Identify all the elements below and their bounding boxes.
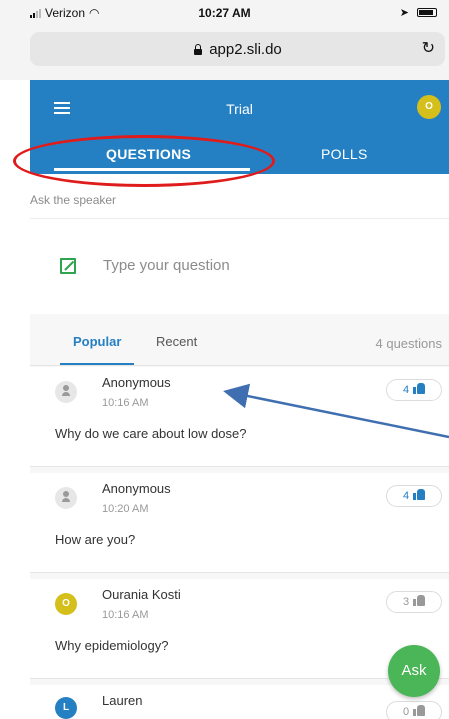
active-filter-indicator [60,363,134,365]
ask-label: Ask the speaker [30,193,117,207]
tab-polls[interactable]: POLLS [321,146,368,162]
reload-icon[interactable]: ↻ [422,38,435,58]
annotation-ellipse [13,135,275,187]
thumbs-up-icon [413,489,426,500]
question-card[interactable]: L Lauren 0 [30,685,449,719]
question-author: Lauren [102,693,143,708]
status-right: ➤ [400,6,437,19]
question-author: Anonymous [102,375,171,390]
question-time: 10:16 AM [102,397,149,409]
like-count: 0 [402,706,410,718]
like-count: 3 [402,596,410,608]
like-count: 4 [402,384,410,396]
like-button[interactable]: 3 [386,591,442,613]
browser-toolbar: app2.sli.do ↻ [0,24,449,80]
question-time: 10:16 AM [102,609,149,621]
like-button[interactable]: 4 [386,379,442,401]
divider [30,218,449,219]
anonymous-avatar-icon [55,487,77,509]
thumbs-up-icon [413,595,426,606]
question-card[interactable]: Anonymous 10:20 AM How are you? 4 [30,473,449,573]
question-author: Anonymous [102,481,171,496]
location-icon: ➤ [399,7,409,19]
question-time: 10:20 AM [102,503,149,515]
thumbs-up-icon [413,383,426,394]
author-avatar: O [55,593,77,615]
question-input-placeholder: Type your question [103,257,230,274]
edit-icon [60,258,76,274]
question-card[interactable]: Anonymous 10:16 AM Why do we care about … [30,367,449,467]
url-bar[interactable]: app2.sli.do ↻ [30,32,445,66]
anonymous-avatar-icon [55,381,77,403]
question-count: 4 questions [375,336,443,351]
thumbs-up-icon [413,705,426,716]
filter-popular[interactable]: Popular [73,334,121,349]
like-button[interactable]: 4 [386,485,442,507]
author-avatar: L [55,697,77,719]
url-text: app2.sli.do [209,41,282,58]
question-input[interactable]: Type your question [30,226,449,306]
event-title: Trial [226,101,253,117]
status-time: 10:27 AM [198,6,251,20]
battery-icon [417,8,437,17]
user-avatar[interactable]: O [417,95,441,119]
filter-recent[interactable]: Recent [156,334,197,349]
lock-icon [193,44,203,55]
filter-bar: Popular Recent 4 questions [30,314,449,366]
question-text: How are you? [55,532,136,547]
question-card[interactable]: O Ourania Kosti 10:16 AM Why epidemiolog… [30,579,449,679]
ask-button[interactable]: Ask [388,645,440,697]
url-display: app2.sli.do [30,41,445,58]
question-text: Why epidemiology? [55,638,169,653]
question-author: Ourania Kosti [102,587,181,602]
like-count: 4 [402,490,410,502]
question-text: Why do we care about low dose? [55,426,247,441]
questions-list: Popular Recent 4 questions Anonymous 10:… [30,314,449,719]
like-button[interactable]: 0 [386,701,442,719]
status-bar: Verizon ◠ 10:27 AM ➤ [0,0,449,24]
